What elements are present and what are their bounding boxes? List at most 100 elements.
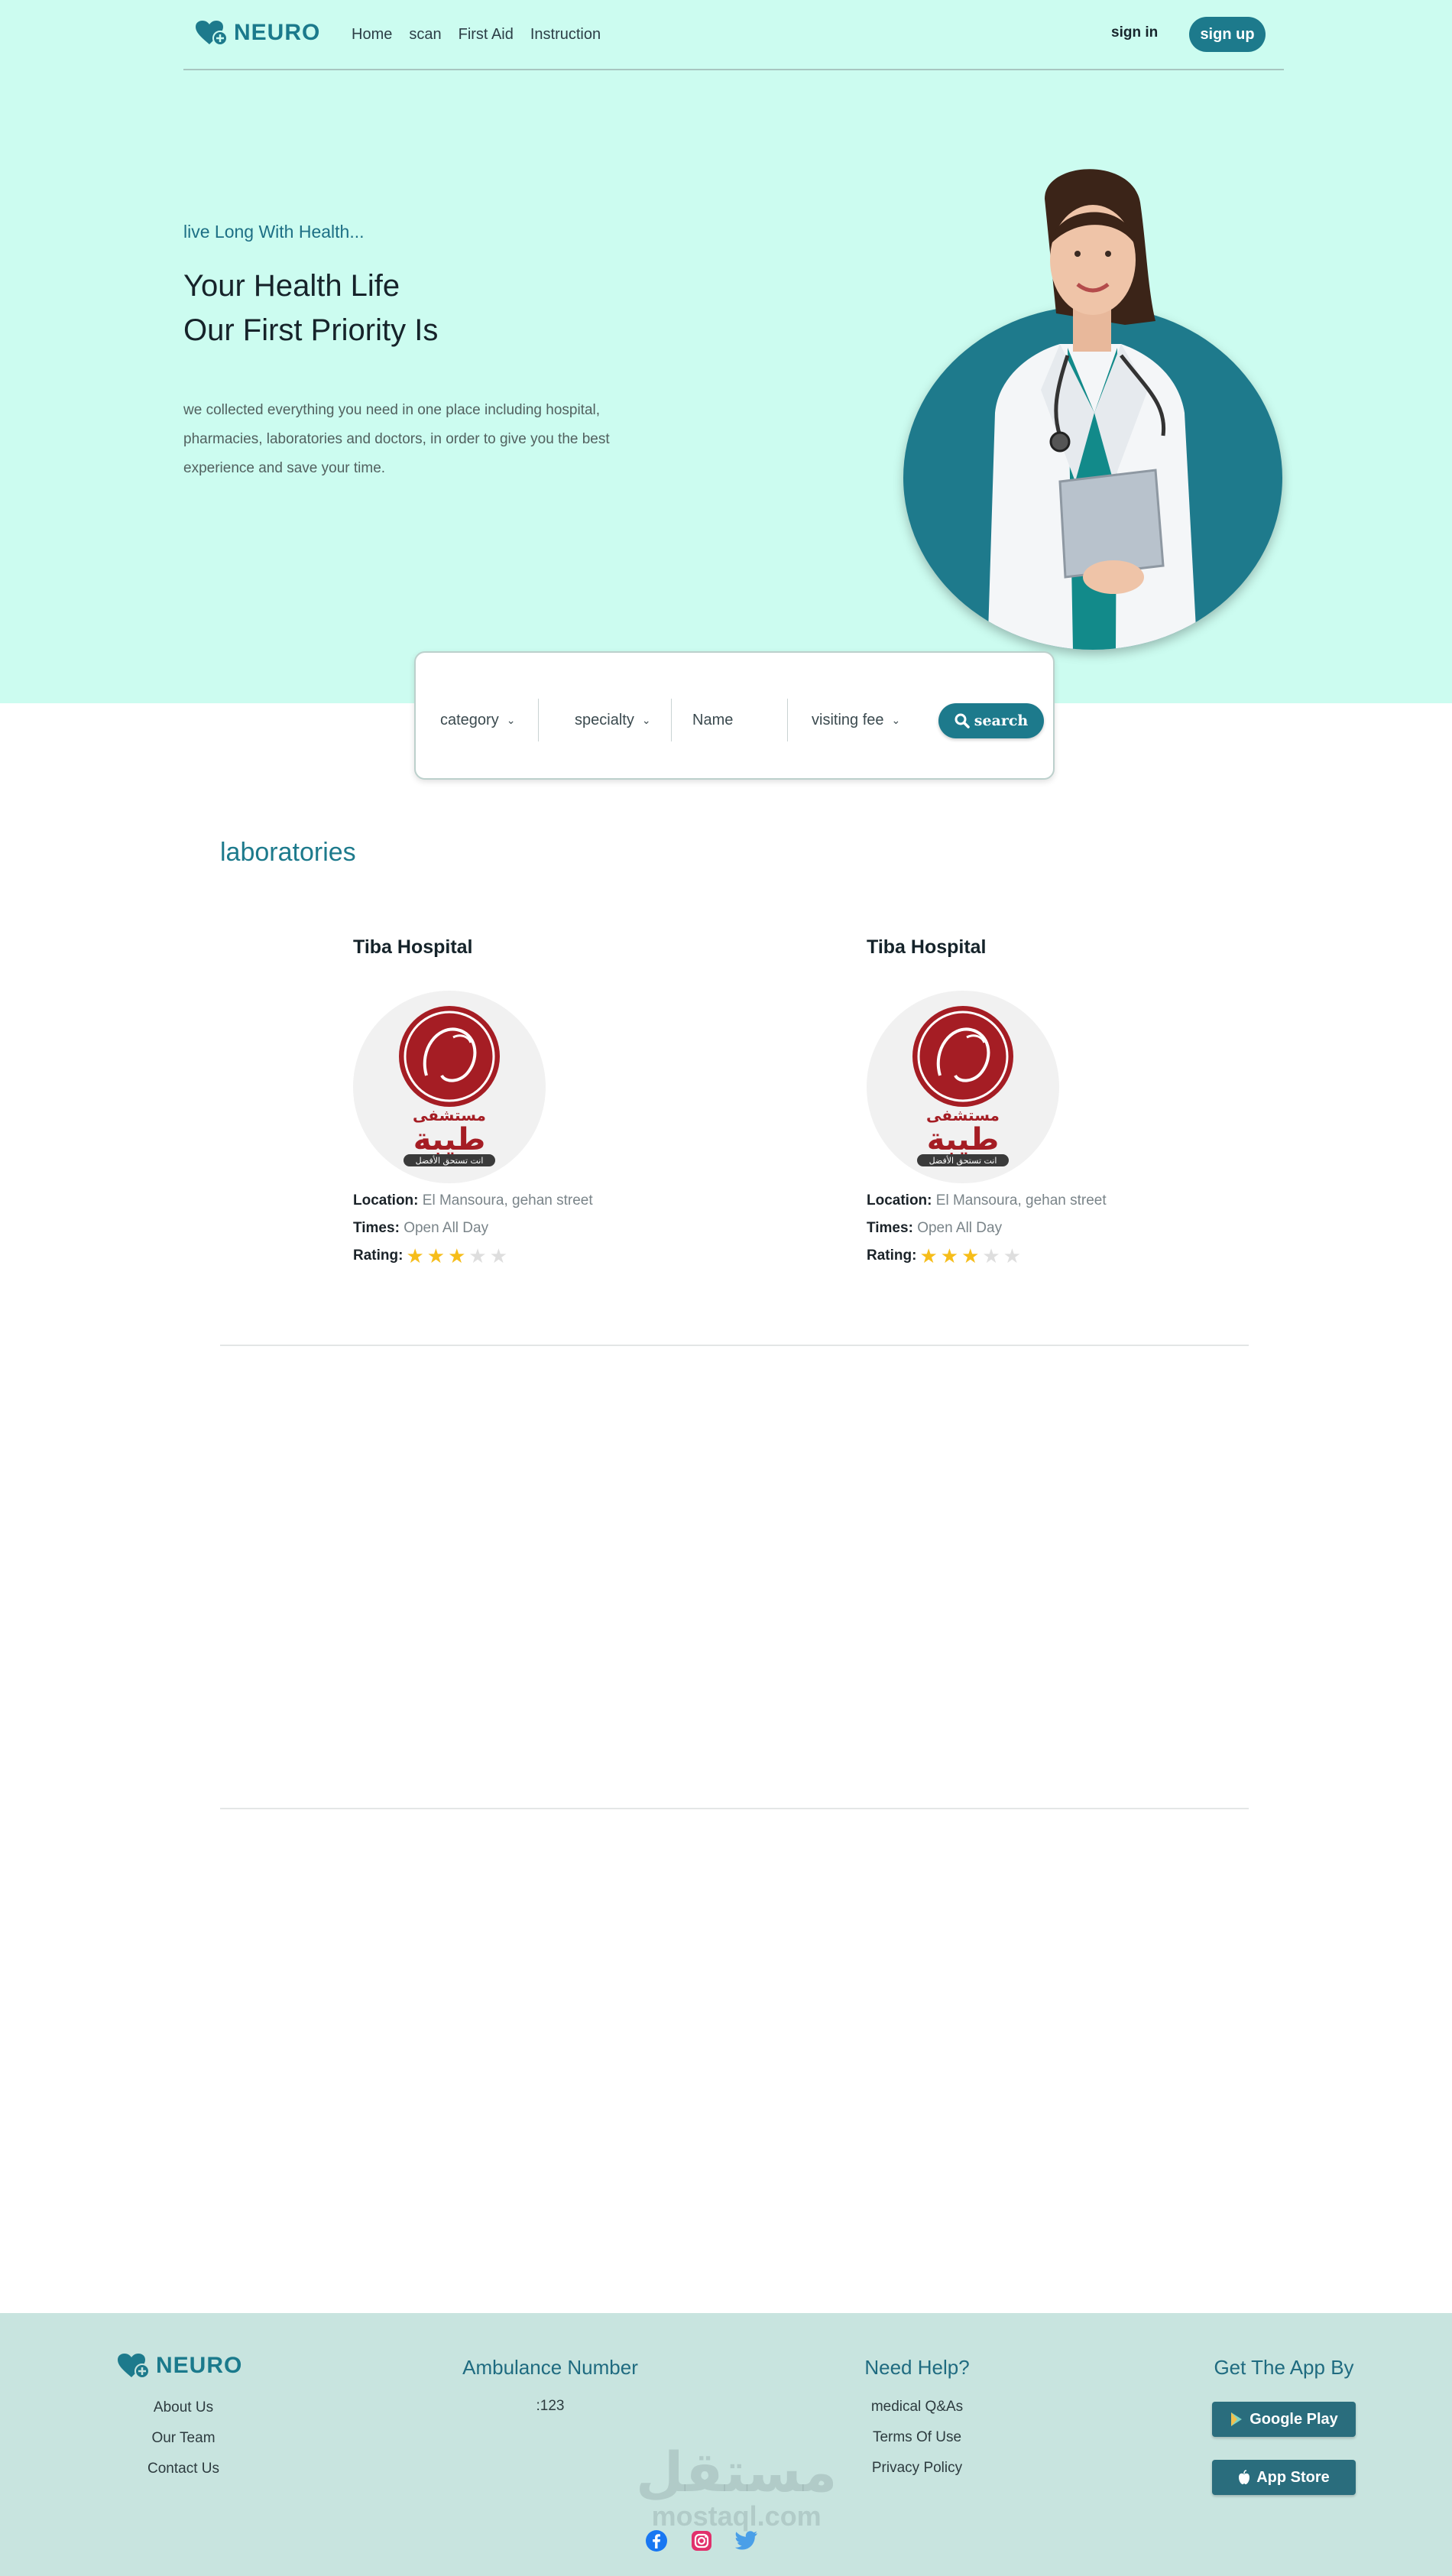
tiba-logo-image: مستشفى طيبة انت تستحق الأفضل	[399, 1006, 500, 1166]
divider	[671, 699, 672, 741]
search-button[interactable]: search	[938, 703, 1044, 738]
chevron-down-icon: ⌄	[506, 713, 516, 726]
app-store-button[interactable]: App Store	[1212, 2460, 1356, 2495]
google-play-label: Google Play	[1249, 2410, 1338, 2428]
rating-line: Rating: ★ ★ ★ ★ ★	[867, 1246, 1188, 1266]
twitter-icon[interactable]	[734, 2529, 759, 2553]
app-title: Get The App By	[1214, 2356, 1354, 2379]
times-line: Times: Open All Day	[353, 1218, 674, 1238]
hero-section: NEURO Home scan First Aid Instruction si…	[0, 0, 1452, 703]
tiba-logo-image: مستشفى طيبة انت تستحق الأفضل	[912, 1006, 1013, 1166]
help-privacy[interactable]: Privacy Policy	[841, 2453, 993, 2484]
facility-card[interactable]: Tiba Hospital مستشفى طيبة انت تستحق الأف…	[867, 936, 1188, 1266]
sign-in-link[interactable]: sign in	[1111, 24, 1158, 41]
footer-logo[interactable]: NEURO	[116, 2353, 242, 2379]
hospital-logo: مستشفى طيبة انت تستحق الأفضل	[867, 991, 1059, 1183]
help-column: Need Help? medical Q&As Terms Of Use Pri…	[841, 2356, 993, 2484]
star-filled-icon: ★	[940, 1244, 959, 1267]
search-icon	[954, 713, 970, 728]
location-line: Location: El Mansoura, gehan street	[867, 1191, 1188, 1211]
heart-plus-icon	[118, 2354, 150, 2379]
app-column: Get The App By	[1192, 2356, 1376, 2380]
divider	[787, 699, 788, 741]
mostaql-watermark: مستقل mostaql.com	[636, 2443, 837, 2532]
visiting-fee-label: visiting fee	[812, 711, 884, 728]
help-terms[interactable]: Terms Of Use	[841, 2422, 993, 2453]
card-title: Tiba Hospital	[353, 936, 473, 958]
headline-line-2: Our First Priority Is	[183, 313, 439, 347]
nav-first-aid[interactable]: First Aid	[459, 26, 514, 44]
star-empty-icon: ★	[489, 1244, 507, 1267]
star-filled-icon: ★	[426, 1244, 446, 1267]
hero-description: we collected everything you need in one …	[183, 402, 610, 476]
specialty-select[interactable]: specialty ⌄	[575, 699, 651, 741]
times-label: Times:	[867, 1220, 913, 1236]
ambulance-title: Ambulance Number	[462, 2356, 638, 2379]
rating-stars: ★ ★ ★ ★ ★	[919, 1246, 1021, 1266]
star-empty-icon: ★	[982, 1244, 1000, 1267]
doctor-image	[987, 169, 1198, 650]
visiting-fee-select[interactable]: visiting fee ⌄	[812, 699, 900, 741]
star-filled-icon: ★	[448, 1244, 466, 1267]
category-label: category	[440, 711, 499, 728]
watermark-english: mostaql.com	[651, 2500, 822, 2532]
hero-tagline: live Long With Health...	[183, 222, 365, 242]
star-filled-icon: ★	[919, 1244, 938, 1267]
help-medical-qa[interactable]: medical Q&As	[841, 2392, 993, 2422]
brand-name: NEURO	[234, 20, 321, 45]
times-value: Open All Day	[404, 1220, 489, 1236]
help-title: Need Help?	[864, 2356, 970, 2379]
brand-logo[interactable]: NEURO	[194, 20, 320, 46]
play-store-icon	[1231, 2412, 1243, 2426]
location-label: Location:	[353, 1192, 419, 1209]
star-filled-icon: ★	[961, 1244, 980, 1267]
nav-home[interactable]: Home	[352, 26, 392, 44]
footer-links: About Us Our Team Contact Us	[138, 2393, 229, 2484]
section-title: laboratories	[220, 838, 356, 867]
chevron-down-icon: ⌄	[891, 713, 901, 726]
headline-line-1: Your Health Life	[183, 269, 400, 303]
section-divider	[220, 1808, 1249, 1809]
star-filled-icon: ★	[406, 1244, 424, 1267]
nav-instruction[interactable]: Instruction	[530, 26, 601, 44]
watermark-arabic: مستقل	[636, 2440, 838, 2504]
logo-tagline: انت تستحق الأفضل	[929, 1155, 997, 1166]
sign-up-button[interactable]: sign up	[1189, 17, 1266, 52]
rating-label: Rating:	[353, 1247, 404, 1264]
hospital-logo: مستشفى طيبة انت تستحق الأفضل	[353, 991, 546, 1183]
footer-brand-name: NEURO	[156, 2353, 243, 2378]
star-empty-icon: ★	[1003, 1244, 1021, 1267]
section-divider	[220, 1345, 1249, 1346]
category-select[interactable]: category ⌄	[440, 699, 515, 741]
nav-scan[interactable]: scan	[409, 26, 441, 44]
heart-plus-icon	[196, 21, 228, 46]
name-field[interactable]	[692, 699, 784, 741]
logo-title: طيبة	[413, 1122, 486, 1157]
star-empty-icon: ★	[468, 1244, 487, 1267]
times-label: Times:	[353, 1220, 400, 1236]
rating-stars: ★ ★ ★ ★ ★	[406, 1246, 507, 1266]
footer-about-us[interactable]: About Us	[138, 2393, 229, 2423]
search-button-label: search	[974, 712, 1029, 729]
rating-label: Rating:	[867, 1247, 917, 1264]
navbar: NEURO Home scan First Aid Instruction si…	[183, 0, 1284, 70]
google-play-button[interactable]: Google Play	[1212, 2402, 1356, 2437]
facility-card[interactable]: Tiba Hospital مستشفى طيبة انت تستحق الأف…	[353, 936, 674, 1266]
footer: NEURO About Us Our Team Contact Us Ambul…	[0, 2313, 1452, 2576]
footer-contact-us[interactable]: Contact Us	[138, 2454, 229, 2484]
ambulance-column: Ambulance Number :123	[428, 2356, 673, 2415]
nav-links: Home scan First Aid Instruction	[352, 26, 601, 44]
logo-title: طيبة	[927, 1122, 1000, 1157]
doctor-illustration	[903, 161, 1282, 650]
rating-line: Rating: ★ ★ ★ ★ ★	[353, 1246, 674, 1266]
instagram-icon[interactable]	[689, 2529, 714, 2553]
ambulance-number: :123	[536, 2398, 565, 2414]
location-label: Location:	[867, 1192, 932, 1209]
footer-our-team[interactable]: Our Team	[138, 2423, 229, 2454]
times-value: Open All Day	[917, 1220, 1003, 1236]
divider	[538, 699, 539, 741]
chevron-down-icon: ⌄	[641, 713, 651, 726]
facebook-icon[interactable]	[644, 2529, 669, 2553]
name-input[interactable]	[692, 711, 784, 729]
location-value: El Mansoura, gehan street	[935, 1192, 1107, 1209]
